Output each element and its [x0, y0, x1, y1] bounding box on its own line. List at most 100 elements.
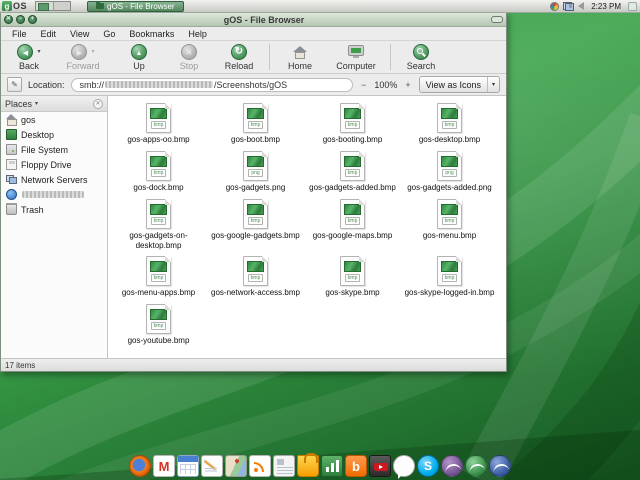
- search-icon: [413, 43, 429, 60]
- sidebar-item-obscured[interactable]: [1, 187, 107, 202]
- panel-clock[interactable]: 2:23 PM: [591, 2, 621, 11]
- file-item[interactable]: bmp gos-google-gadgets.bmp: [207, 197, 304, 254]
- forward-dropdown-caret[interactable]: ▾: [91, 48, 94, 55]
- trash-icon: [6, 203, 17, 215]
- blogger-icon[interactable]: b: [345, 455, 367, 477]
- stop-button[interactable]: Stop: [167, 43, 211, 71]
- sidebar-item-floppy-drive[interactable]: Floppy Drive: [1, 157, 107, 172]
- close-sidebar-button[interactable]: ✕: [93, 98, 103, 109]
- file-item[interactable]: bmp gos-boot.bmp: [207, 101, 304, 149]
- workspace-1[interactable]: [36, 2, 54, 11]
- youtube-icon[interactable]: [369, 455, 391, 477]
- trash-applet-icon[interactable]: [628, 1, 637, 11]
- openoffice-calc-icon[interactable]: [465, 455, 487, 477]
- desktop-icon: [6, 129, 17, 140]
- sidebar-item-desktop[interactable]: Desktop: [1, 127, 107, 142]
- bmp-file-icon: bmp: [340, 199, 365, 229]
- location-prefix: smb://: [79, 79, 105, 90]
- file-view: bmp gos-apps-oo.bmp bmp gos-boot.bmp bmp go…: [108, 96, 506, 358]
- file-item[interactable]: bmp gos-gadgets-on-desktop.bmp: [110, 197, 207, 254]
- file-item[interactable]: bmp gos-menu.bmp: [401, 197, 498, 254]
- openoffice-writer-icon[interactable]: [489, 455, 511, 477]
- file-item[interactable]: bmp gos-desktop.bmp: [401, 101, 498, 149]
- forward-button[interactable]: ▾ Forward: [61, 43, 105, 71]
- places-sidebar: Places ▾ ✕ gos Desktop File System Flopp…: [1, 96, 108, 358]
- view-mode-dropdown[interactable]: View as Icons ▾: [418, 76, 500, 93]
- back-dropdown-caret[interactable]: ▾: [37, 48, 40, 55]
- google-reader-icon[interactable]: [249, 455, 271, 477]
- sidebar-item-gos[interactable]: gos: [1, 112, 107, 127]
- sidebar-item-trash[interactable]: Trash: [1, 202, 107, 217]
- minimize-window-button[interactable]: −: [16, 15, 25, 24]
- folder-icon: [96, 1, 105, 9]
- google-maps-icon[interactable]: [225, 455, 247, 477]
- bmp-file-icon: bmp: [340, 103, 365, 133]
- volume-tray-icon[interactable]: [569, 2, 585, 10]
- firefox-icon[interactable]: [129, 455, 151, 477]
- back-button[interactable]: ▾ Back: [7, 43, 51, 71]
- gos-logo[interactable]: g OS: [2, 1, 27, 11]
- file-item[interactable]: bmp gos-youtube.bmp: [110, 302, 207, 350]
- bmp-file-icon: bmp: [437, 256, 462, 287]
- file-item[interactable]: bmp gos-network-access.bmp: [207, 254, 304, 302]
- network-icon: [6, 174, 17, 185]
- menu-edit[interactable]: Edit: [34, 29, 64, 39]
- toolbar-separator: [269, 44, 270, 70]
- home-button[interactable]: Home: [278, 43, 322, 71]
- location-input[interactable]: smb:// /Screenshots/gOS: [70, 77, 354, 92]
- edit-location-button[interactable]: ✎: [7, 77, 22, 92]
- file-item[interactable]: png gos-gadgets.png: [207, 149, 304, 197]
- menu-help[interactable]: Help: [181, 29, 214, 39]
- sidebar-header[interactable]: Places ▾ ✕: [1, 96, 107, 112]
- up-button[interactable]: Up: [117, 43, 161, 71]
- file-item[interactable]: bmp gos-menu-apps.bmp: [110, 254, 207, 302]
- file-item[interactable]: bmp gos-booting.bmp: [304, 101, 401, 149]
- taskbar-window-label: gOS - File Browser: [107, 1, 175, 11]
- file-item[interactable]: bmp gos-apps-oo.bmp: [110, 101, 207, 149]
- workspace-2[interactable]: [53, 2, 71, 10]
- computer-button[interactable]: Computer: [330, 43, 382, 71]
- updates-tray-icon[interactable]: [550, 1, 560, 11]
- file-grid: bmp gos-apps-oo.bmp bmp gos-boot.bmp bmp go…: [108, 96, 506, 350]
- taskbar-window-button[interactable]: gOS - File Browser: [87, 0, 184, 12]
- location-bar: ✎ Location: smb:// /Screenshots/gOS − 10…: [1, 74, 506, 96]
- workspace-pager[interactable]: [35, 1, 72, 11]
- shade-window-button[interactable]: [491, 16, 503, 23]
- openoffice-impress-icon[interactable]: [441, 455, 463, 477]
- reload-button[interactable]: Reload: [217, 43, 261, 71]
- globe-icon: [6, 189, 17, 200]
- menu-view[interactable]: View: [63, 29, 96, 39]
- file-item[interactable]: bmp gos-skype-logged-in.bmp: [401, 254, 498, 302]
- zoom-out-button[interactable]: −: [359, 80, 368, 90]
- menu-file[interactable]: File: [5, 29, 34, 39]
- zoom-in-button[interactable]: +: [403, 80, 412, 90]
- bmp-file-icon: bmp: [146, 199, 171, 229]
- close-window-button[interactable]: ✕: [4, 15, 13, 24]
- google-docs-icon[interactable]: [201, 455, 223, 477]
- bmp-file-icon: bmp: [243, 256, 268, 287]
- file-item[interactable]: png gos-gadgets-added.png: [401, 149, 498, 197]
- google-spreadsheets-icon[interactable]: [321, 455, 343, 477]
- file-item[interactable]: bmp gos-skype.bmp: [304, 254, 401, 302]
- window-title: gOS - File Browser: [223, 14, 305, 25]
- file-item[interactable]: bmp gos-gadgets-added.bmp: [304, 149, 401, 197]
- gos-logo-icon: g: [2, 1, 12, 11]
- sidebar-item-network-servers[interactable]: Network Servers: [1, 172, 107, 187]
- search-button[interactable]: Search: [399, 43, 443, 71]
- google-news-icon[interactable]: [273, 455, 295, 477]
- skype-icon[interactable]: S: [417, 455, 439, 477]
- forward-icon: [77, 47, 82, 57]
- gmail-icon[interactable]: M: [153, 455, 175, 477]
- sidebar-item-file-system[interactable]: File System: [1, 142, 107, 157]
- maximize-window-button[interactable]: +: [28, 15, 37, 24]
- menu-bookmarks[interactable]: Bookmarks: [122, 29, 181, 39]
- google-product-search-icon[interactable]: [297, 453, 319, 477]
- menu-go[interactable]: Go: [96, 29, 122, 39]
- window-titlebar[interactable]: ✕ − + gOS - File Browser: [1, 13, 506, 27]
- meebo-icon[interactable]: [393, 455, 415, 479]
- file-item[interactable]: bmp gos-google-maps.bmp: [304, 197, 401, 254]
- status-bar: 17 items: [1, 358, 506, 371]
- bmp-file-icon: bmp: [437, 103, 462, 133]
- file-item[interactable]: bmp gos-dock.bmp: [110, 149, 207, 197]
- google-calendar-icon[interactable]: [177, 455, 199, 477]
